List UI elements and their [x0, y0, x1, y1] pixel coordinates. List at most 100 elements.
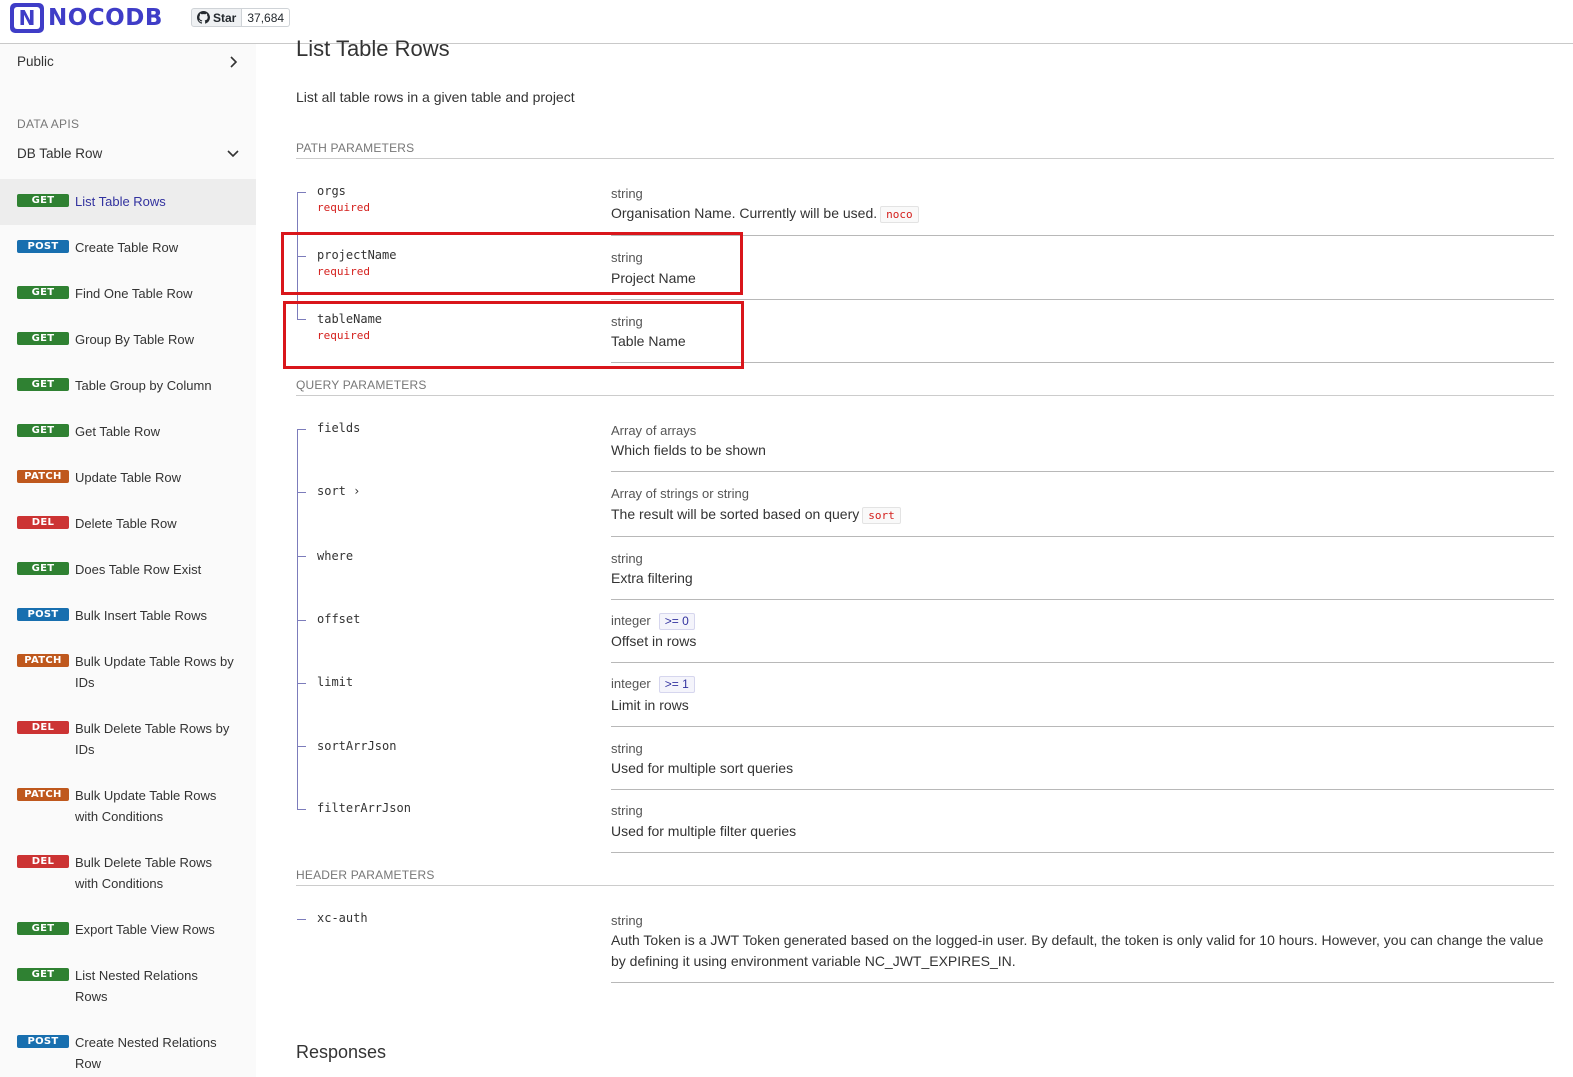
method-badge: GET [17, 286, 69, 299]
chevron-right-icon [230, 55, 238, 68]
param-tree-branch [297, 620, 306, 621]
sidebar-item-delete-table-row[interactable]: DEL Delete Table Row [0, 501, 256, 547]
sidebar-item-update-table-row[interactable]: PATCH Update Table Row [0, 455, 256, 501]
param-description: Organisation Name. Currently will be use… [611, 203, 919, 224]
param-name-text: sort [317, 484, 346, 498]
sidebar-item-label: Bulk Delete Table Rows by IDs [75, 721, 230, 757]
param-tree-branch [297, 809, 306, 810]
param-type: integer [611, 676, 651, 691]
param-name: orgs [317, 184, 346, 198]
github-star-button[interactable]: Star [191, 8, 243, 27]
param-description: Used for multiple filter queries [611, 823, 797, 839]
sidebar-group-db-table-row[interactable]: DB Table Row [17, 146, 239, 161]
sidebar-item-list-nested-relations-rows[interactable]: GET List Nested Relations Rows [0, 953, 256, 1020]
sidebar-item-label: Does Table Row Exist [75, 562, 202, 577]
sidebar-item-bulk-update-table-rows-with-conditions[interactable]: PATCH Bulk Update Table Rows with Condit… [0, 773, 256, 840]
param-type: Array of strings or string [611, 486, 749, 501]
sidebar-item-create-table-row[interactable]: POST Create Table Row [0, 225, 256, 271]
sidebar-item-group-by-table-row[interactable]: GET Group By Table Row [0, 317, 256, 363]
param-name: tableName [317, 312, 383, 326]
sidebar-item-bulk-update-table-rows-by-ids[interactable]: PATCH Bulk Update Table Rows by IDs [0, 639, 256, 706]
param-type: Array of arrays [611, 423, 697, 438]
sidebar-item-label: Get Table Row [75, 424, 161, 439]
logo-letter: N [14, 7, 40, 29]
method-badge: GET [17, 562, 69, 575]
param-name: filterArrJson [317, 801, 411, 815]
sidebar-item-table-group-by-column[interactable]: GET Table Group by Column [0, 363, 256, 409]
param-name: projectName [317, 248, 397, 262]
param-description-text: Organisation Name. Currently will be use… [611, 205, 878, 221]
sidebar-item-does-table-row-exist[interactable]: GET Does Table Row Exist [0, 547, 256, 593]
param-name: fields [317, 421, 361, 435]
param-tree-branch [297, 919, 306, 920]
logo-icon: N [10, 3, 44, 33]
param-type: string [611, 551, 643, 566]
param-tree-branch [297, 256, 306, 257]
sidebar-item-label: Delete Table Row [75, 516, 177, 531]
row-divider [611, 852, 1554, 853]
sidebar-item-bulk-delete-table-rows-by-ids[interactable]: DEL Bulk Delete Table Rows by IDs [0, 706, 256, 773]
github-icon [197, 11, 210, 24]
param-required: required [317, 329, 370, 342]
param-name-expandable[interactable]: sort › [317, 484, 360, 498]
param-type: string [611, 186, 643, 201]
page-title: List Table Rows [296, 36, 450, 61]
method-badge: GET [17, 968, 69, 981]
param-tree-branch [297, 429, 306, 430]
method-badge: DEL [17, 516, 69, 529]
row-divider [611, 789, 1554, 790]
row-divider [611, 599, 1554, 600]
sidebar-item-get-table-row[interactable]: GET Get Table Row [0, 409, 256, 455]
param-tree-branch [297, 683, 306, 684]
github-star-widget[interactable]: Star 37,684 [191, 8, 291, 27]
param-type: integer [611, 613, 651, 628]
param-tree-branch [297, 556, 306, 557]
param-type: string [611, 913, 643, 928]
sidebar-item-bulk-insert-table-rows[interactable]: POST Bulk Insert Table Rows [0, 593, 256, 639]
operation-description: List all table rows in a given table and… [296, 89, 575, 105]
github-star-count[interactable]: 37,684 [242, 8, 291, 27]
param-description: Auth Token is a JWT Token generated base… [611, 932, 1544, 969]
row-divider [611, 471, 1554, 472]
param-description-text: The result will be sorted based on query [611, 506, 860, 522]
param-required: required [317, 265, 370, 278]
sidebar-item-export-table-view-rows[interactable]: GET Export Table View Rows [0, 907, 256, 953]
method-badge: GET [17, 424, 69, 437]
query-parameters-heading: QUERY PARAMETERS [296, 378, 1554, 396]
top-bar: N NOCODB Star 37,684 [0, 0, 1573, 44]
row-divider [611, 235, 1554, 236]
sidebar-item-label: Bulk Insert Table Rows [75, 608, 207, 623]
sidebar-item-bulk-delete-table-rows-with-conditions[interactable]: DEL Bulk Delete Table Rows with Conditio… [0, 840, 256, 907]
sidebar-public-label: Public [17, 54, 54, 69]
main-content: List Table Rows List all table rows in a… [296, 36, 1554, 1077]
method-badge: POST [17, 240, 69, 253]
github-star-label: Star [213, 10, 237, 25]
sidebar-item-label: Table Group by Column [75, 378, 212, 393]
param-description: Project Name [611, 270, 696, 286]
method-badge: GET [17, 332, 69, 345]
param-tree-branch [297, 319, 306, 320]
sidebar-item-label: Update Table Row [75, 470, 181, 485]
header-parameters-heading: HEADER PARAMETERS [296, 868, 1554, 886]
sidebar-item-public[interactable]: Public [17, 54, 239, 69]
nocodb-logo[interactable]: N NOCODB [10, 3, 163, 33]
param-constraint: >= 0 [658, 613, 695, 630]
row-divider [611, 662, 1554, 663]
sidebar-item-create-nested-relations-row[interactable]: POST Create Nested Relations Row [0, 1020, 256, 1077]
sidebar-item-label: List Nested Relations Rows [75, 968, 198, 1004]
sidebar-item-list-table-rows[interactable]: GET List Table Rows [0, 179, 256, 225]
param-type: string [611, 314, 643, 329]
sidebar-item-label: Create Table Row [75, 240, 179, 255]
sidebar-item-find-one-table-row[interactable]: GET Find One Table Row [0, 271, 256, 317]
param-type-row: integer >= 0 [611, 613, 695, 630]
sidebar-item-label: Bulk Update Table Rows by IDs [75, 654, 234, 690]
method-badge: PATCH [17, 470, 69, 483]
method-badge: PATCH [17, 788, 69, 801]
row-divider [611, 982, 1554, 983]
param-name: offset [317, 612, 361, 626]
param-description: Extra filtering [611, 570, 693, 586]
param-description: Limit in rows [611, 697, 689, 713]
param-type: string [611, 250, 643, 265]
param-description: Table Name [611, 333, 686, 349]
param-type-row: integer >= 1 [611, 676, 695, 693]
